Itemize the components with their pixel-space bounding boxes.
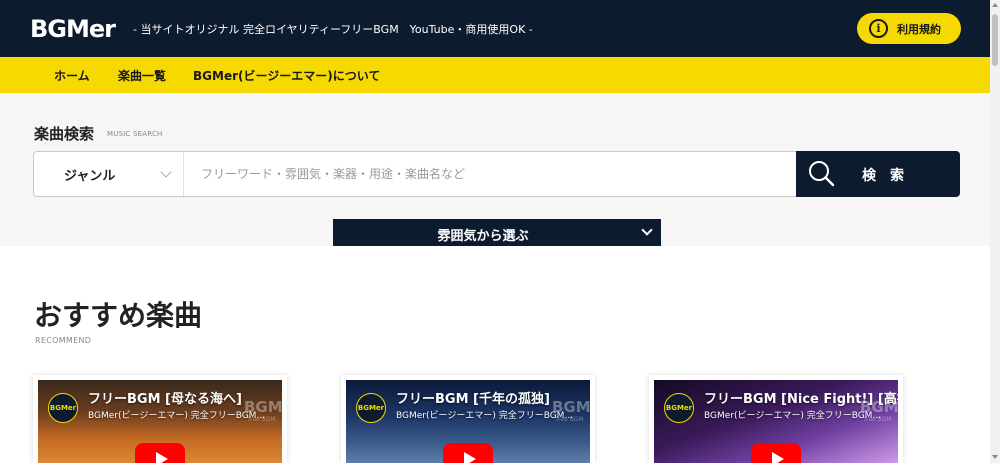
genre-select[interactable]: ジャンル [34,152,184,196]
watermark: BGMer [552,398,590,416]
nav-item-home[interactable]: ホーム [54,67,90,84]
watermark-sub: free BGM [864,416,892,423]
mood-select-label: 雰囲気から選ぶ [437,229,529,244]
search-section: 楽曲検索 MUSIC SEARCH ジャンル 検索 雰囲気から選ぶ [0,93,990,246]
search-button[interactable]: 検索 [796,151,960,197]
video-title[interactable]: フリーBGM [千年の孤独] [396,388,550,407]
video-card[interactable]: BGMer フリーBGM [千年の孤独] BGMer(ビージーエマー) 完全フリ… [341,375,595,463]
nav-item-about[interactable]: BGMer(ビージーエマー)について [193,67,380,84]
search-icon [809,161,835,187]
scroll-up-icon[interactable] [992,3,998,7]
mood-select-toggle[interactable]: 雰囲気から選ぶ [333,219,661,246]
search-input[interactable] [185,152,795,196]
recommend-subtitle: RECOMMEND [35,336,92,345]
chevron-down-icon [641,224,653,236]
video-thumbnail[interactable]: BGMer フリーBGM [Nice Fight!] [高揚 BGMer(ビージ… [654,380,898,463]
video-card[interactable]: BGMer フリーBGM [母なる海へ] BGMer(ビージーエマー) 完全フリ… [33,375,287,463]
page-scrollbar[interactable] [990,0,1000,463]
video-title[interactable]: フリーBGM [母なる海へ] [88,388,242,407]
video-card[interactable]: BGMer フリーBGM [Nice Fight!] [高揚 BGMer(ビージ… [649,375,903,463]
play-icon[interactable] [443,443,493,463]
watermark-sub: free BGM [556,416,584,423]
info-icon: i [869,19,888,38]
video-thumbnail[interactable]: BGMer フリーBGM [母なる海へ] BGMer(ビージーエマー) 完全フリ… [38,380,282,463]
scroll-down-icon[interactable] [992,455,998,459]
nav-item-music-list[interactable]: 楽曲一覧 [118,67,166,84]
video-channel: BGMer(ビージーエマー) 完全フリーBGM... [88,411,266,421]
video-thumbnail[interactable]: BGMer フリーBGM [千年の孤独] BGMer(ビージーエマー) 完全フリ… [346,380,590,463]
main-nav: ホーム 楽曲一覧 BGMer(ビージーエマー)について [0,57,990,93]
video-channel: BGMer(ビージーエマー) 完全フリーBGM... [396,411,574,421]
play-icon[interactable] [135,443,185,463]
chevron-down-icon [160,166,172,178]
channel-avatar[interactable]: BGMer [356,393,386,423]
search-title: 楽曲検索 [34,125,95,143]
scrollbar-thumb[interactable] [992,14,998,66]
site-header: BGMer - 当サイトオリジナル 完全ロイヤリティーフリーBGM YouTub… [0,0,990,57]
channel-avatar[interactable]: BGMer [664,393,694,423]
watermark: BGMer [244,398,282,416]
site-logo[interactable]: BGMer [30,12,116,46]
watermark-sub: free BGM [248,416,276,423]
genre-select-label: ジャンル [64,168,116,184]
watermark: BGMer [860,398,898,416]
play-icon[interactable] [751,443,801,463]
channel-avatar[interactable]: BGMer [48,393,78,423]
search-button-label: 検索 [862,168,918,184]
recommend-title: おすすめ楽曲 [34,299,203,332]
terms-button[interactable]: i 利用規約 [857,13,961,44]
site-tagline: - 当サイトオリジナル 完全ロイヤリティーフリーBGM YouTube・商用使用… [133,23,533,36]
search-subtitle: MUSIC SEARCH [107,130,163,138]
terms-button-label: 利用規約 [897,22,941,36]
search-box: ジャンル [33,151,797,197]
video-channel: BGMer(ビージーエマー) 完全フリーBGM... [704,411,882,421]
